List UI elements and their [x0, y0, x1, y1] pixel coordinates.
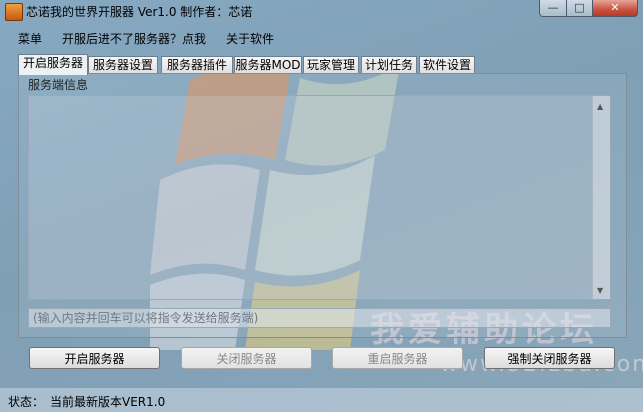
tab-software-settings[interactable]: 软件设置: [419, 56, 475, 74]
tab-start-server[interactable]: 开启服务器: [18, 54, 88, 75]
force-stop-server-button[interactable]: 强制关闭服务器: [484, 347, 615, 369]
stop-server-button[interactable]: 关闭服务器: [181, 347, 312, 369]
title-bar: 芯诺我的世界开服器 Ver1.0 制作者：芯诺 — □ ✕: [0, 0, 643, 22]
status-label: 状态：: [8, 395, 45, 409]
status-text: 当前最新版本VER1.0: [50, 395, 166, 409]
menu-item-menu[interactable]: 菜单: [18, 30, 42, 47]
tab-server-plugins[interactable]: 服务器插件: [161, 56, 233, 74]
restart-server-button[interactable]: 重启服务器: [332, 347, 463, 369]
tab-server-settings[interactable]: 服务器设置: [88, 56, 158, 74]
menu-item-help-join[interactable]: 开服后进不了服务器？点我: [62, 30, 206, 47]
output-scrollbar[interactable]: ▲ ▼: [592, 96, 610, 299]
command-input[interactable]: [28, 308, 611, 328]
menu-item-about[interactable]: 关于软件: [226, 30, 274, 47]
tab-player-management[interactable]: 玩家管理: [303, 56, 359, 74]
status-bar: 状态： 当前最新版本VER1.0: [0, 387, 643, 412]
window-title: 芯诺我的世界开服器 Ver1.0 制作者：芯诺: [26, 5, 253, 19]
server-output-console[interactable]: ▲ ▼: [28, 95, 611, 300]
server-info-label: 服务端信息: [28, 78, 89, 92]
maximize-button[interactable]: □: [566, 0, 593, 17]
tab-scheduled-tasks[interactable]: 计划任务: [361, 56, 417, 74]
minimize-button[interactable]: —: [539, 0, 567, 17]
start-server-button[interactable]: 开启服务器: [29, 347, 160, 369]
scroll-down-icon[interactable]: ▼: [597, 286, 603, 295]
app-window: 我爱辅助论坛 www.52fzba.com 芯诺我的世界开服器 Ver1.0 制…: [0, 0, 643, 412]
close-button[interactable]: ✕: [592, 0, 638, 17]
scroll-up-icon[interactable]: ▲: [597, 102, 603, 111]
app-icon: [5, 3, 23, 21]
tab-server-mod[interactable]: 服务器MOD: [234, 56, 302, 74]
